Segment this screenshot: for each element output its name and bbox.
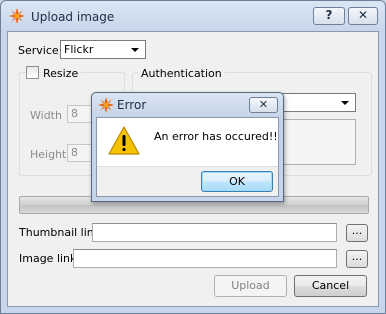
resize-checkbox[interactable]: [26, 66, 39, 79]
cancel-button[interactable]: Cancel: [294, 275, 367, 297]
close-button[interactable]: ✕: [348, 7, 378, 25]
resize-label: Resize: [43, 67, 82, 80]
error-dialog: Error ✕ An error has occured!! OK: [91, 92, 284, 202]
chevron-down-icon: [341, 101, 349, 105]
dialog-title: Error: [117, 98, 147, 112]
app-logo-icon: [98, 97, 114, 113]
ok-button[interactable]: OK: [201, 171, 273, 192]
help-button[interactable]: ?: [313, 7, 345, 25]
authorize-button[interactable]: [278, 119, 356, 165]
service-select[interactable]: Flickr: [60, 40, 146, 59]
account-select[interactable]: [278, 93, 356, 112]
error-message: An error has occured!!: [154, 130, 278, 143]
chevron-down-icon: [131, 48, 139, 52]
service-select-value: Flickr: [64, 43, 94, 56]
window-title: Upload image: [31, 10, 115, 24]
authentication-label: Authentication: [138, 67, 225, 80]
image-link-input[interactable]: [73, 249, 337, 268]
upload-button[interactable]: Upload: [214, 275, 287, 297]
dialog-body: An error has occured!! OK: [96, 117, 279, 197]
height-label: Height: [30, 148, 67, 161]
dialog-close-button[interactable]: ✕: [249, 97, 278, 113]
app-logo-icon: [9, 8, 25, 24]
title-bar[interactable]: Upload image ? ✕: [1, 1, 385, 31]
thumbnail-browse-button[interactable]: ...: [346, 224, 368, 242]
warning-icon: [108, 126, 140, 155]
width-label: Width: [30, 109, 62, 122]
image-browse-button[interactable]: ...: [346, 250, 368, 268]
dialog-footer: OK: [97, 166, 278, 196]
thumbnail-link-label: Thumbnail link: [19, 226, 101, 239]
thumbnail-link-input[interactable]: [92, 223, 337, 242]
service-label: Service: [18, 44, 59, 57]
image-link-label: Image link: [19, 252, 77, 265]
